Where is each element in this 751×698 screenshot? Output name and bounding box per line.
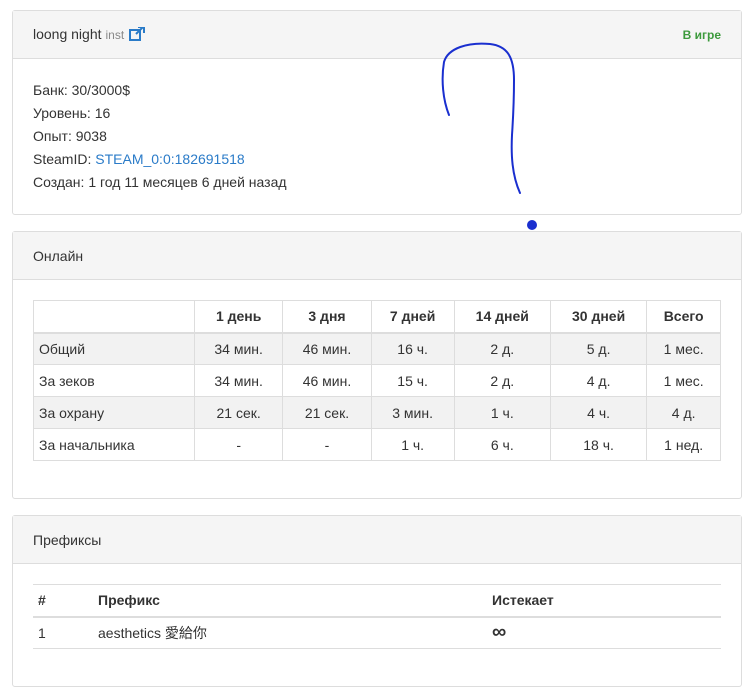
steamid-label: SteamID: <box>33 151 96 167</box>
col-header: 14 дней <box>453 300 551 334</box>
table-cell: 1 нед. <box>646 428 721 461</box>
table-cell: 18 ч. <box>549 428 648 461</box>
table-cell: 6 ч. <box>453 428 551 461</box>
online-body: 1 день 3 дня 7 дней 14 дней 30 дней Всег… <box>13 300 741 475</box>
table-cell: 4 д. <box>549 364 648 397</box>
steamid-line: SteamID: STEAM_0:0:182691518 <box>33 148 721 171</box>
col-header <box>33 300 195 334</box>
table-cell: 4 ч. <box>549 396 648 429</box>
table-cell: - <box>193 428 284 461</box>
prefixes-panel: Префиксы # Префикс Истекает 1 aesthetics… <box>12 515 742 687</box>
player-name: loong night <box>33 25 102 42</box>
online-table: 1 день 3 дня 7 дней 14 дней 30 дней Всег… <box>33 300 721 461</box>
table-cell: За начальника <box>33 428 195 461</box>
table-cell: - <box>282 428 372 461</box>
table-cell: ∞ <box>487 616 721 649</box>
player-tag: inst <box>105 27 125 42</box>
table-row: Общий 34 мин. 46 мин. 16 ч. 2 д. 5 д. 1 … <box>33 332 721 365</box>
table-row: За охрану 21 сек. 21 сек. 3 мин. 1 ч. 4 … <box>33 396 721 429</box>
online-title: Онлайн <box>33 247 84 264</box>
prefixes-body: # Префикс Истекает 1 aesthetics 愛給你 ∞ <box>13 564 741 663</box>
steamid-link[interactable]: STEAM_0:0:182691518 <box>95 151 244 167</box>
profile-info: Банк: 30/3000$ Уровень: 16 Опыт: 9038 St… <box>13 59 741 208</box>
external-link-icon[interactable] <box>129 25 146 44</box>
table-row: За зеков 34 мин. 46 мин. 15 ч. 2 д. 4 д.… <box>33 364 721 397</box>
prefixes-heading: Префиксы <box>13 516 741 564</box>
online-heading: Онлайн <box>13 232 741 280</box>
infinity-icon: ∞ <box>492 621 507 644</box>
table-cell: Общий <box>33 332 195 365</box>
table-cell: 3 мин. <box>370 396 455 429</box>
exp-line: Опыт: 9038 <box>33 128 107 144</box>
table-cell: 1 мес. <box>646 364 721 397</box>
col-header: 7 дней <box>370 300 455 334</box>
col-header: 30 дней <box>549 300 648 334</box>
profile-heading: loong night inst В игре <box>13 11 741 59</box>
table-cell: 46 мин. <box>282 364 372 397</box>
table-cell: aesthetics 愛給你 <box>93 616 487 649</box>
col-header: 3 дня <box>282 300 372 334</box>
table-cell: 15 ч. <box>370 364 455 397</box>
table-cell: 1 ч. <box>453 396 551 429</box>
table-cell: 1 <box>33 616 93 649</box>
status-badge: В игре <box>682 27 721 42</box>
online-header-row: 1 день 3 дня 7 дней 14 дней 30 дней Всег… <box>33 300 721 334</box>
table-cell: 5 д. <box>549 332 648 365</box>
table-cell: 2 д. <box>453 364 551 397</box>
col-header: Всего <box>646 300 721 334</box>
col-header: 1 день <box>193 300 284 334</box>
online-panel: Онлайн 1 день 3 дня 7 дней 14 дней 30 дн… <box>12 231 742 499</box>
table-row: За начальника - - 1 ч. 6 ч. 18 ч. 1 нед. <box>33 428 721 461</box>
prefixes-table: # Префикс Истекает 1 aesthetics 愛給你 ∞ <box>33 584 721 649</box>
table-cell: 46 мин. <box>282 332 372 365</box>
table-cell: 34 мин. <box>193 332 284 365</box>
table-row: 1 aesthetics 愛給你 ∞ <box>33 616 721 649</box>
table-cell: За охрану <box>33 396 195 429</box>
prefixes-title: Префиксы <box>33 531 102 548</box>
profile-title: loong night inst <box>33 25 146 44</box>
col-header: # <box>33 584 93 618</box>
table-cell: 34 мин. <box>193 364 284 397</box>
created-line: Создан: 1 год 11 месяцев 6 дней назад <box>33 174 287 190</box>
col-header: Истекает <box>487 584 721 618</box>
bank-line: Банк: 30/3000$ <box>33 82 131 98</box>
level-line: Уровень: 16 <box>33 105 111 121</box>
profile-panel: loong night inst В игре Банк: 30/3000$ Ур… <box>12 10 742 215</box>
table-cell: За зеков <box>33 364 195 397</box>
table-cell: 21 сек. <box>282 396 372 429</box>
table-cell: 4 д. <box>646 396 721 429</box>
table-cell: 1 мес. <box>646 332 721 365</box>
col-header: Префикс <box>93 584 487 618</box>
table-cell: 16 ч. <box>370 332 455 365</box>
prefixes-header-row: # Префикс Истекает <box>33 584 721 618</box>
table-cell: 1 ч. <box>370 428 455 461</box>
table-cell: 2 д. <box>453 332 551 365</box>
table-cell: 21 сек. <box>193 396 284 429</box>
